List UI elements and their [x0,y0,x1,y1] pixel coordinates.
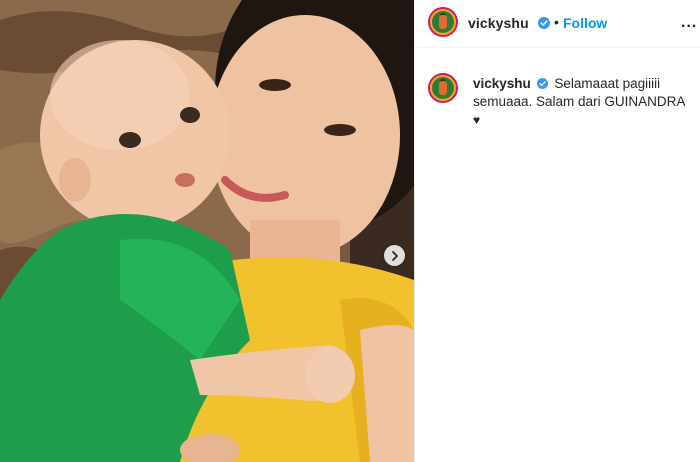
caption-avatar[interactable] [428,73,458,103]
avatar-image [432,11,454,33]
heart-emoji: ♥ [473,113,481,127]
header-username[interactable]: vickyshu [468,15,529,31]
post-photo[interactable] [0,0,414,462]
instagram-post: vickyshu • Follow ... vickyshu Selamaaat… [0,0,700,462]
verified-badge-icon [538,17,550,29]
next-photo-button[interactable] [384,245,405,266]
more-options-icon[interactable]: ... [681,14,697,32]
separator-dot: • [554,14,559,30]
verified-badge-icon [536,78,548,89]
follow-button[interactable]: Follow [563,15,607,31]
chevron-right-icon [391,250,398,261]
caption-username[interactable]: vickyshu [473,76,531,91]
photo-illustration [0,0,414,462]
post-caption: vickyshu Selamaaat pagiiiii semuaaa. Sal… [473,75,693,129]
post-sidebar: vickyshu • Follow ... vickyshu Selamaaat… [414,0,700,462]
post-header: vickyshu • Follow ... [415,0,700,48]
avatar[interactable] [428,7,458,37]
avatar-image [432,77,454,99]
